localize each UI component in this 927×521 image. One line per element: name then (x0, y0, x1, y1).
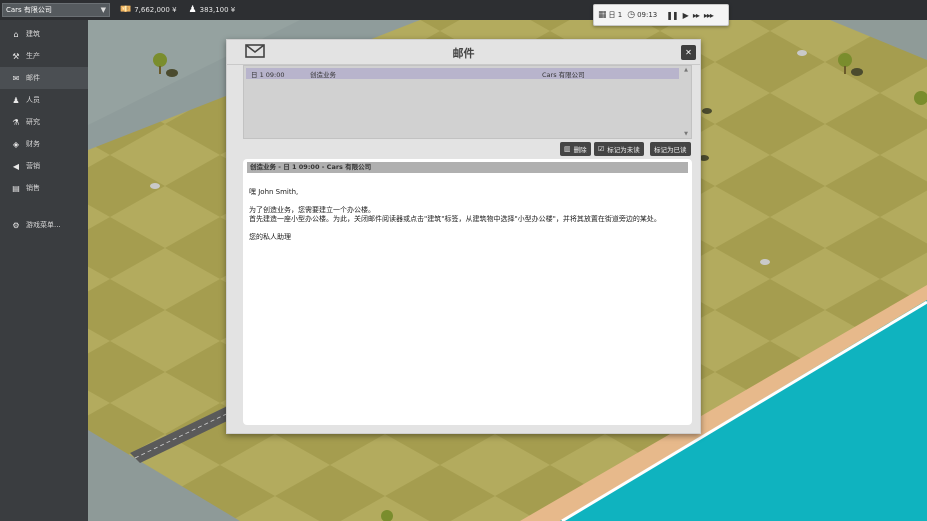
sidebar-item-production[interactable]: ⚒ 生产 (0, 45, 88, 67)
message-signature: 您的私人助理 (249, 233, 291, 241)
mail-icon: ✉ (12, 73, 20, 83)
sidebar-item-label: 营销 (26, 162, 40, 170)
delete-button[interactable]: ▥ 删除 (560, 142, 591, 156)
company-select[interactable]: Cars 有限公司 ▼ (2, 3, 110, 17)
message-line: 为了创造业务，您需要建立一个办公楼。 (249, 206, 375, 214)
sidebar-item-marketing[interactable]: ◀ 营销 (0, 155, 88, 177)
day-label: 日 1 (608, 11, 623, 19)
checkbox-icon: ☑ (598, 145, 605, 153)
building-icon: ⌂ (13, 29, 19, 39)
pause-button[interactable]: ❚❚ (666, 11, 678, 20)
scroll-down-icon[interactable]: ▼ (682, 131, 690, 137)
close-icon: ✕ (685, 48, 692, 57)
mark-read-label: 标记为已读 (654, 146, 687, 154)
mail-sender: Cars 有限公司 (542, 71, 585, 79)
megaphone-icon: ◀ (12, 161, 20, 171)
sidebar-item-label: 邮件 (26, 74, 40, 82)
mail-dialog: 邮件 ✕ 日 1 09:00 创造业务 Cars 有限公司 ▲ ▼ ▥ 删除 ☑… (226, 39, 701, 434)
sidebar-item-label: 生产 (26, 52, 40, 60)
mark-unread-label: 标记为未读 (607, 146, 640, 154)
chart-icon: ▤ (12, 183, 20, 193)
sidebar-item-finance[interactable]: ◈ 财务 (0, 133, 88, 155)
money-icon: 💴 (120, 5, 132, 15)
money-stat: 💴 7,662,000 ¥ (120, 5, 177, 15)
secondary-value: 383,100 ¥ (199, 6, 236, 14)
sidebar-item-research[interactable]: ⚗ 研究 (0, 111, 88, 133)
message-greeting: 嘿 John Smith, (249, 188, 299, 196)
mark-unread-button[interactable]: ☑ 标记为未读 (594, 142, 644, 156)
sidebar-item-building[interactable]: ⌂ 建筑 (0, 23, 88, 45)
mail-dialog-header: 邮件 ✕ (227, 40, 700, 65)
clock-label: 09:13 (637, 11, 658, 19)
mail-date: 日 1 09:00 (251, 71, 285, 79)
sidebar-item-people[interactable]: ♟ 人员 (0, 89, 88, 111)
production-icon: ⚒ (12, 51, 20, 61)
chevron-down-icon: ▼ (100, 6, 106, 14)
sidebar-item-game-menu[interactable]: ⚙ 游戏菜单... (0, 214, 88, 236)
scroll-up-icon[interactable]: ▲ (682, 67, 690, 73)
list-item[interactable]: 日 1 09:00 创造业务 Cars 有限公司 (246, 68, 679, 79)
sidebar-item-label: 销售 (26, 184, 40, 192)
inbox-list[interactable]: 日 1 09:00 创造业务 Cars 有限公司 ▲ ▼ (243, 65, 692, 139)
fast-forward-button[interactable]: ▸▸ (693, 11, 700, 20)
delete-label: 删除 (573, 146, 587, 154)
gear-icon: ⚙ (12, 220, 20, 230)
sidebar-item-label: 建筑 (26, 30, 40, 38)
sidebar-item-sales[interactable]: ▤ 销售 (0, 177, 88, 199)
sidebar-item-mail[interactable]: ✉ 邮件 (0, 67, 88, 89)
trash-icon: ▥ (564, 145, 571, 153)
money-icon: ◈ (12, 139, 20, 149)
sidebar-item-label: 人员 (26, 96, 40, 104)
person-icon: ♟ (188, 5, 197, 15)
calendar-icon: ▦ (598, 10, 607, 20)
mark-read-button[interactable]: 标记为已读 (650, 142, 691, 156)
secondary-stat: ♟ 383,100 ¥ (189, 5, 236, 15)
flask-icon: ⚗ (12, 117, 20, 127)
sidebar-item-label: 财务 (26, 140, 40, 148)
dialog-title: 邮件 (452, 47, 475, 60)
sidebar-item-label: 游戏菜单... (26, 221, 61, 229)
list-scrollbar[interactable]: ▲ ▼ (682, 67, 690, 137)
money-value: 7,662,000 ¥ (134, 6, 177, 14)
message-body: 嘿 John Smith, 为了创造业务，您需要建立一个办公楼。 首先建造一座小… (249, 188, 685, 242)
top-bar: Cars 有限公司 ▼ 💴 7,662,000 ¥ ♟ 383,100 ¥ (0, 0, 927, 20)
message-line: 首先建造一座小型办公楼。为此，关闭邮件阅读器或点击"建筑"标签，从建筑物中选择"… (249, 215, 661, 223)
clock-icon: ◷ (627, 10, 636, 20)
close-button[interactable]: ✕ (681, 45, 696, 60)
mail-subject: 创造业务 (310, 71, 336, 79)
fastest-button[interactable]: ▸▸▸ (704, 11, 714, 20)
sidebar: ⌂ 建筑 ⚒ 生产 ✉ 邮件 ♟ 人员 ⚗ 研究 ◈ 财务 ◀ 营销 ▤ 销售 … (0, 20, 88, 521)
message-header: 创造业务 - 日 1 09:00 - Cars 有限公司 (247, 162, 688, 173)
people-icon: ♟ (12, 95, 20, 105)
time-controls: ▦ 日 1 ◷ 09:13 ❚❚ ▶ ▸▸ ▸▸▸ (593, 4, 729, 26)
play-button[interactable]: ▶ (683, 11, 689, 20)
sidebar-item-label: 研究 (26, 118, 40, 126)
company-name: Cars 有限公司 (6, 6, 52, 14)
message-panel: 创造业务 - 日 1 09:00 - Cars 有限公司 嘿 John Smit… (243, 159, 692, 425)
